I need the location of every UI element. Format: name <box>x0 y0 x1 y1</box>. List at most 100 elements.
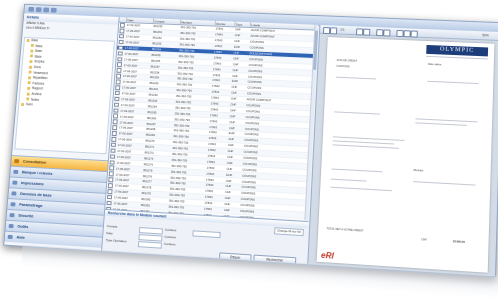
row-checkbox[interactable] <box>119 28 125 34</box>
folder-icon <box>28 65 33 69</box>
module-label: Paramétrage <box>19 201 43 209</box>
module-icon <box>14 159 20 164</box>
module-list: Consultation Banque / relevés Impressions D… <box>4 155 108 248</box>
folder-icon <box>30 49 34 53</box>
row-checkbox[interactable] <box>117 56 122 62</box>
row-checkbox[interactable] <box>113 108 119 113</box>
row-checkbox[interactable] <box>118 45 123 51</box>
print-icon[interactable] <box>383 28 391 37</box>
module-label: Impressions <box>20 180 44 187</box>
module-icon <box>8 223 14 229</box>
divider <box>331 168 383 173</box>
row-checkbox[interactable] <box>116 73 121 79</box>
row-checkbox[interactable] <box>109 154 115 159</box>
document-page: OLYMPIC AVIS DE CREDIT Date valeur COUPO… <box>316 36 495 273</box>
save-icon[interactable] <box>43 7 50 13</box>
prev-page-icon[interactable] <box>329 26 338 34</box>
type-input[interactable] <box>137 240 163 249</box>
row-checkbox[interactable] <box>110 142 116 148</box>
app-window: Détails Afficher 0 Aire Lieu 4 BR/Exer T… <box>3 3 498 278</box>
option-label[interactable]: Contient <box>164 242 176 248</box>
doc-line: Date valeur <box>427 62 442 67</box>
field-label: Compte <box>106 224 118 229</box>
folder-icon <box>21 102 25 106</box>
module-label: Outils <box>17 223 29 230</box>
folder-icon <box>26 92 30 96</box>
folder-icon <box>26 97 30 101</box>
folder-icon <box>28 76 32 80</box>
tree-node-label: Archive <box>31 91 42 97</box>
row-checkbox[interactable] <box>115 85 120 90</box>
row-checkbox[interactable] <box>110 148 116 154</box>
module-label: Sécurité <box>18 212 34 219</box>
row-checkbox[interactable] <box>106 200 112 206</box>
tree-node-label: Base <box>35 43 43 48</box>
row-checkbox[interactable] <box>118 39 124 45</box>
row-checkbox[interactable] <box>114 90 120 96</box>
divider <box>427 80 479 85</box>
row-checkbox[interactable] <box>108 177 113 183</box>
row-checkbox[interactable] <box>106 194 112 200</box>
row-checkbox[interactable] <box>107 189 113 194</box>
print-icon[interactable] <box>50 7 57 13</box>
row-checkbox[interactable] <box>108 171 114 177</box>
row-checkbox[interactable] <box>112 119 118 125</box>
doc-line: CHF <box>421 238 427 242</box>
new-icon[interactable] <box>28 6 35 12</box>
row-checkbox[interactable] <box>113 102 119 107</box>
module-label: Aide <box>16 234 26 240</box>
zoom-fit-icon[interactable] <box>410 30 418 38</box>
change-fill-select[interactable]: Change fill sur 50 <box>273 227 304 237</box>
divider <box>330 186 393 192</box>
document-viewer: 1/1 50% OLYMPIC AVIS DE CREDIT Date vale… <box>307 24 498 277</box>
page-indicator: 1/1 <box>340 27 345 32</box>
divider <box>426 55 488 60</box>
row-checkbox[interactable] <box>113 113 118 119</box>
row-checkbox[interactable] <box>115 79 121 85</box>
open-icon[interactable] <box>35 7 42 13</box>
tree-node-label: Suivi <box>25 102 33 107</box>
zoom-level[interactable]: 50% <box>482 33 489 37</box>
results-grid[interactable]: Date Compte Montant Devise Type Libellé 17-06… <box>103 17 319 243</box>
folder-icon <box>27 81 31 85</box>
row-checkbox[interactable] <box>109 165 114 171</box>
row-checkbox[interactable] <box>114 96 119 102</box>
divider <box>335 76 377 80</box>
doc-line: 18 900.00 <box>452 240 465 245</box>
module-icon <box>13 169 19 174</box>
compte-value-input[interactable] <box>192 229 221 238</box>
tree-node-label: Base <box>31 38 39 43</box>
last-page-icon[interactable] <box>363 28 371 36</box>
row-checkbox[interactable] <box>117 51 123 56</box>
tree-node-label: Dons <box>33 65 42 70</box>
row-checkbox[interactable] <box>116 68 122 73</box>
folder-tree[interactable]: Base Base Base Base Surplus Dons Versement Répa… <box>14 36 115 155</box>
doc-line: TOTAL NET A VOTRE CREDIT <box>326 227 364 233</box>
row-checkbox[interactable] <box>118 34 124 39</box>
folder-icon <box>28 70 32 74</box>
folder-icon <box>29 54 33 58</box>
option-label[interactable]: Contient <box>165 228 177 234</box>
module-label: Consultation <box>22 158 47 165</box>
divider <box>415 122 468 126</box>
field-label: Type Opération <box>105 238 127 244</box>
row-checkbox[interactable] <box>116 62 122 68</box>
option-label[interactable]: Contient <box>164 235 176 241</box>
module-label: Banque / relevés <box>21 169 53 176</box>
row-checkbox[interactable] <box>111 131 117 136</box>
row-checkbox[interactable] <box>109 159 115 165</box>
tree-node-label: Base <box>35 49 43 54</box>
module-icon <box>11 191 17 196</box>
bank-logo: OLYMPIC <box>426 44 489 57</box>
tree-node-label: Factures <box>32 81 45 86</box>
row-checkbox[interactable] <box>111 136 116 142</box>
doc-line: COUPONS <box>336 64 350 69</box>
folder-icon <box>26 38 30 42</box>
tree-node-label: Notes <box>30 97 40 102</box>
module-label: Données de base <box>19 190 52 198</box>
row-checkbox[interactable] <box>107 183 113 188</box>
tree-node-label: Répartition <box>32 75 48 81</box>
module-icon <box>7 234 13 240</box>
row-checkbox[interactable] <box>119 23 125 28</box>
row-checkbox[interactable] <box>112 125 117 130</box>
